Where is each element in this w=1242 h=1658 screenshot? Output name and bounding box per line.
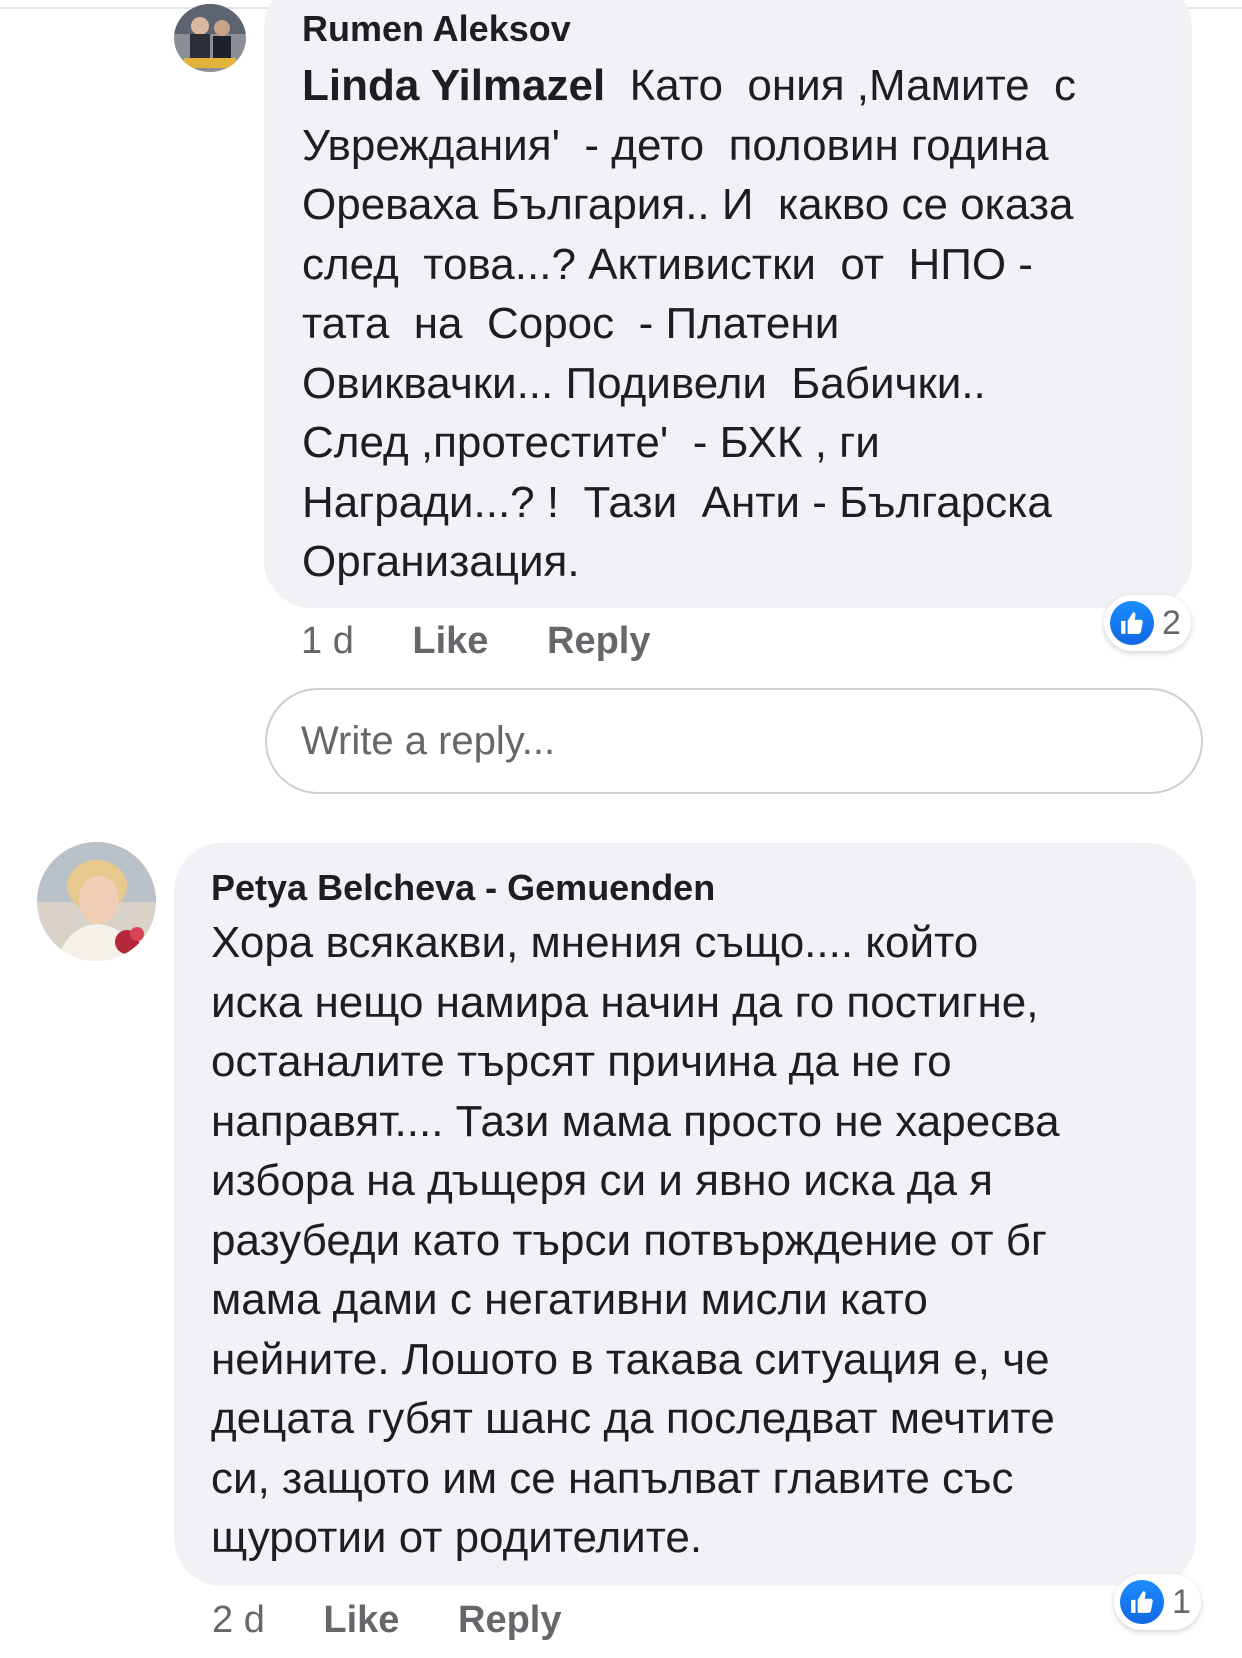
comment-author[interactable]: Petya Belcheva - Gemuenden <box>211 868 715 908</box>
avatar-petya-belcheva[interactable] <box>37 842 156 961</box>
comment-line: тата на Сорос - Платени <box>302 299 840 348</box>
reaction-summary[interactable]: 2 <box>1104 595 1191 651</box>
thumbs-up-icon <box>1120 1580 1164 1624</box>
like-button[interactable]: Like <box>323 1598 399 1642</box>
comment-line: Увреждания' - дето половин година <box>302 120 1049 170</box>
profile-photo-icon <box>37 842 156 961</box>
comment-line: След ,протестите' - БХК , ги <box>302 418 880 467</box>
reply-button[interactable]: Reply <box>458 1598 561 1642</box>
reply-button[interactable]: Reply <box>547 619 650 663</box>
comment-line: Овиквачки... Подивели Бабички.. <box>302 358 986 408</box>
comment-actions: 1 d Like Reply <box>301 619 650 663</box>
comment-line: Хора всякакви, мнения също.... който <box>211 918 979 967</box>
comment-line: мама дами с негативни мисли като <box>211 1275 928 1324</box>
comment-line: разубеди като търси потвърждение от бг <box>211 1215 1047 1265</box>
write-reply-input[interactable] <box>265 688 1203 794</box>
comment-line: Организация. <box>302 537 580 586</box>
comment-line: след това...? Активистки от НПО - <box>302 239 1033 289</box>
comment-line: иска нещо намира начин да го постигне, <box>211 977 1039 1027</box>
comment-line: направят.... Тази мама просто не харесва <box>211 1096 1060 1146</box>
reaction-count: 2 <box>1162 603 1181 642</box>
comment-line: нейните. Лошото в такава ситуация е, че <box>211 1334 1050 1384</box>
comment-line: щуротии от родителите. <box>211 1513 703 1562</box>
comment-line: избора на дъщеря си и явно иска да я <box>211 1156 993 1205</box>
like-button[interactable]: Like <box>412 619 488 663</box>
comment-bubble-1: Rumen Aleksov Linda Yilmazel Като ония ,… <box>264 0 1192 608</box>
comment-line: Награди...? ! Тази Анти - Българска <box>302 477 1052 527</box>
comment-line: Linda Yilmazel Като ония ,Мамите с <box>302 56 1076 116</box>
comment-line: останалите търсят причина да не го <box>211 1037 952 1086</box>
comment-text: Linda Yilmazel Като ония ,Мамите с Увреж… <box>302 56 1076 592</box>
comment-author[interactable]: Rumen Aleksov <box>302 9 571 49</box>
timestamp[interactable]: 1 d <box>301 619 354 663</box>
profile-photo-icon <box>174 4 246 72</box>
reaction-count: 1 <box>1172 1582 1191 1621</box>
comment-line: децата губят шанс да последват мечтите <box>211 1394 1055 1443</box>
comment-line: Ореваха България.. И какво се оказа <box>302 180 1074 229</box>
thumbs-up-icon <box>1110 601 1154 645</box>
comment-line: си, защото им се напълват главите със <box>211 1453 1014 1503</box>
comment-actions: 2 d Like Reply <box>212 1598 561 1642</box>
comment-text: Хора всякакви, мнения също.... който иск… <box>211 913 1060 1568</box>
avatar-rumen-aleksov[interactable] <box>174 4 246 72</box>
reaction-summary[interactable]: 1 <box>1114 1574 1201 1630</box>
timestamp[interactable]: 2 d <box>212 1598 265 1642</box>
comment-line-text: Като ония ,Мамите с <box>605 61 1077 110</box>
mention-link[interactable]: Linda Yilmazel <box>302 61 605 110</box>
comment-bubble-2: Petya Belcheva - Gemuenden Хора всякакви… <box>174 843 1196 1586</box>
